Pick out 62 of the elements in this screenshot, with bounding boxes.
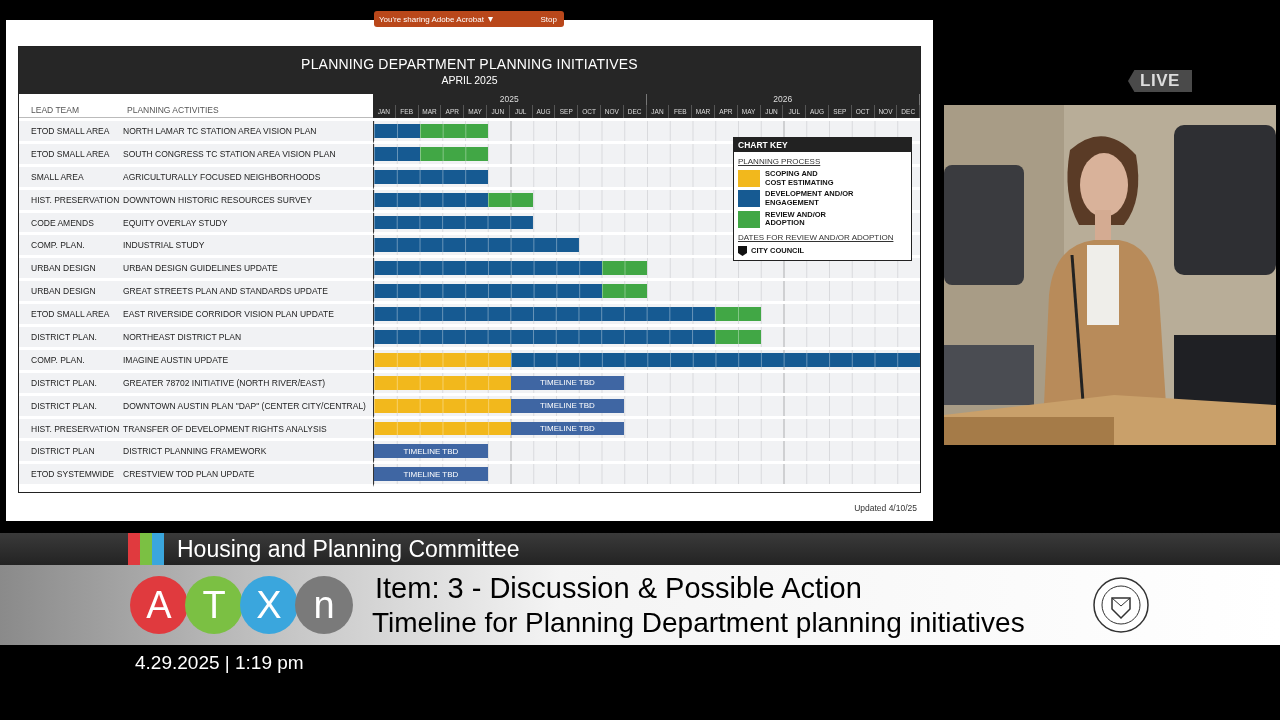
color-stripes-icon [128,533,164,565]
activity-cell: DOWNTOWN HISTORIC RESOURCES SURVEY [123,194,312,205]
committee-name: Housing and Planning Committee [177,535,520,563]
activity-cell: DOWNTOWN AUSTIN PLAN "DAP" (CENTER CITY/CENTRAL) [123,400,366,411]
slide-subtitle: APRIL 2025 [441,73,498,86]
timeline-tbd-bar: TIMELINE TBD [374,467,488,482]
activity-cell: NORTHEAST DISTRICT PLAN [123,331,242,342]
team-cell-text: ETOD SMALL AREA [30,125,111,136]
stop-sharing-button[interactable]: Stop [538,14,559,24]
sharing-text: You're sharing Adobe Acrobat [379,14,484,24]
logo-letter: X [240,576,298,634]
team-cell-text: DISTRICT PLAN. [30,331,98,342]
activity-cell: TRANSFER OF DEVELOPMENT RIGHTS ANALYSIS [123,423,327,434]
activity-cell: EAST RIVERSIDE CORRIDOR VISION PLAN UPDATE [123,309,334,320]
updated-date: Updated 4/10/25 [854,503,917,513]
key-heading: PLANNING PROCESS [738,157,822,166]
activity-cell: AGRICULTURALLY FOCUSED NEIGHBORHOODS [123,171,321,182]
activity-cell: INDUSTRIAL STUDY [123,240,205,251]
team-cell-text: COMP. PLAN. [30,354,86,365]
key-title: CHART KEY [734,138,911,152]
logo-letter: A [130,576,188,634]
activity-cell: NORTH LAMAR TC STATION AREA VISION PLAN [123,125,317,136]
seal-icon [1092,576,1150,634]
team-cell-text: ETOD SMALL AREA [30,148,111,159]
activity-cell: SOUTH CONGRESS TC STATION AREA VISION PLAN [123,148,336,159]
team-cell-text: DISTRICT PLAN. [30,377,98,388]
activity-cell: URBAN DESIGN GUIDELINES UPDATE [123,263,278,274]
timeline-tbd-bar: TIMELINE TBD [510,421,625,436]
activity-cell: IMAGINE AUSTIN UPDATE [123,354,229,365]
team-cell-text: CODE AMENDS [30,217,95,228]
activity-cell: DISTRICT PLANNING FRAMEWORK [123,446,267,457]
team-cell-text: DISTRICT PLAN. [30,400,98,411]
activity-cell: GREATER 78702 INITIATIVE (NORTH RIVER/EAST) [123,377,326,388]
shield-icon [738,245,747,256]
column-header: LEAD TEAM [30,105,81,115]
item-title: Item: 3 - Discussion & Possible Action [375,571,863,605]
team-cell-text: URBAN DESIGN [30,263,97,274]
year-label: 2026 [646,94,920,105]
slide-title: PLANNING DEPARTMENT PLANNING INITIATIVES [301,55,638,72]
team-cell-text: ETOD SMALL AREA [30,309,111,320]
timeline-tbd-bar: TIMELINE TBD [374,444,488,459]
team-cell-text: URBAN DESIGN [30,286,97,297]
column-header: PLANNING ACTIVITIES [127,105,219,115]
team-cell-text: COMP. PLAN. [30,240,86,251]
logo-letter: n [295,576,353,634]
activity-cell: EQUITY OVERLAY STUDY [123,217,228,228]
timeline-tbd-bar: TIMELINE TBD [510,398,625,413]
logo-letter: T [185,576,243,634]
activity-cell: CRESTVIEW TOD PLAN UPDATE [123,469,255,480]
team-cell-text: ETOD SYSTEMWIDE [30,469,115,480]
activity-cell: GREAT STREETS PLAN AND STANDARDS UPDATE [123,286,328,297]
item-topic: Timeline for Planning Department planning initiatives [372,606,1025,639]
timeline-tbd-bar: TIMELINE TBD [510,375,625,390]
live-badge: LIVE [1128,70,1192,92]
team-cell-text: HIST. PRESERVATION [30,194,121,205]
team-cell-text: DISTRICT PLAN [30,446,96,457]
caret-icon[interactable]: ▾ [487,15,493,23]
key-heading: DATES FOR REVIEW AND/OR ADOPTION [738,232,895,242]
team-cell-text: HIST. PRESERVATION [30,423,121,434]
team-cell-text: SMALL AREA [30,171,85,182]
year-label: 2025 [373,94,647,105]
broadcast-datetime: 4.29.2025 | 1:19 pm [135,652,304,674]
